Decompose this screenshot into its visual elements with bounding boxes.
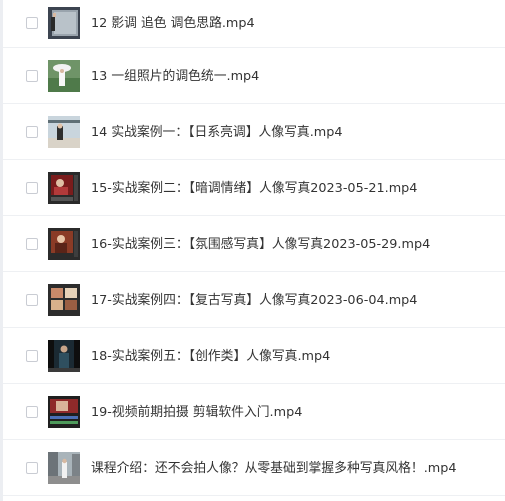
file-checkbox[interactable]: [26, 70, 38, 82]
file-checkbox[interactable]: [26, 238, 38, 250]
street-portrait-thumbnail-icon: [48, 452, 80, 484]
file-checkbox[interactable]: [26, 406, 38, 418]
file-checkbox[interactable]: [26, 350, 38, 362]
file-list-page: 12 影调 追色 调色思路.mp4 13 一组照片的调色统一.mp4 14 实战…: [0, 0, 505, 501]
video-editor-thumbnail-icon: [48, 396, 80, 428]
file-row[interactable]: 17-实战案例四：【复古写真】人像写真2023-06-04.mp4: [3, 272, 505, 328]
umbrella-portrait-thumbnail-icon: [48, 60, 80, 92]
file-name[interactable]: 12 影调 追色 调色思路.mp4: [91, 16, 255, 32]
dark-portrait-thumbnail-icon: [48, 340, 80, 372]
file-checkbox[interactable]: [26, 17, 38, 29]
file-checkbox[interactable]: [26, 294, 38, 306]
file-row[interactable]: 19-视频前期拍摄 剪辑软件入门.mp4: [3, 384, 505, 440]
file-name[interactable]: 18-实战案例五：【创作类】人像写真.mp4: [91, 349, 330, 365]
file-name[interactable]: 19-视频前期拍摄 剪辑软件入门.mp4: [91, 405, 302, 421]
portrait-window-thumbnail-icon: [48, 7, 80, 39]
file-name[interactable]: 13 一组照片的调色统一.mp4: [91, 69, 259, 85]
file-row[interactable]: 课程介绍：还不会拍人像？从零基础到掌握多种写真风格！.mp4: [3, 440, 505, 496]
bright-portrait-thumbnail-icon: [48, 116, 80, 148]
file-row[interactable]: 18-实战案例五：【创作类】人像写真.mp4: [3, 328, 505, 384]
file-row[interactable]: 15-实战案例二：【暗调情绪】人像写真2023-05-21.mp4: [3, 160, 505, 216]
file-list: 12 影调 追色 调色思路.mp4 13 一组照片的调色统一.mp4 14 实战…: [3, 0, 505, 501]
file-checkbox[interactable]: [26, 126, 38, 138]
file-name[interactable]: 15-实战案例二：【暗调情绪】人像写真2023-05-21.mp4: [91, 181, 417, 197]
file-row[interactable]: 14 实战案例一：【日系亮调】人像写真.mp4: [3, 104, 505, 160]
file-name[interactable]: 课程介绍：还不会拍人像？从零基础到掌握多种写真风格！.mp4: [91, 461, 457, 477]
editor-red-thumbnail-icon: [48, 172, 80, 204]
editor-grid-thumbnail-icon: [48, 284, 80, 316]
file-name[interactable]: 14 实战案例一：【日系亮调】人像写真.mp4: [91, 125, 343, 141]
file-name[interactable]: 16-实战案例三：【氛围感写真】人像写真2023-05-29.mp4: [91, 237, 430, 253]
editor-warm-thumbnail-icon: [48, 228, 80, 260]
file-row[interactable]: 12 影调 追色 调色思路.mp4: [3, 0, 505, 48]
file-row[interactable]: 16-实战案例三：【氛围感写真】人像写真2023-05-29.mp4: [3, 216, 505, 272]
file-row[interactable]: 13 一组照片的调色统一.mp4: [3, 48, 505, 104]
file-name[interactable]: 17-实战案例四：【复古写真】人像写真2023-06-04.mp4: [91, 293, 417, 309]
file-checkbox[interactable]: [26, 182, 38, 194]
file-checkbox[interactable]: [26, 462, 38, 474]
